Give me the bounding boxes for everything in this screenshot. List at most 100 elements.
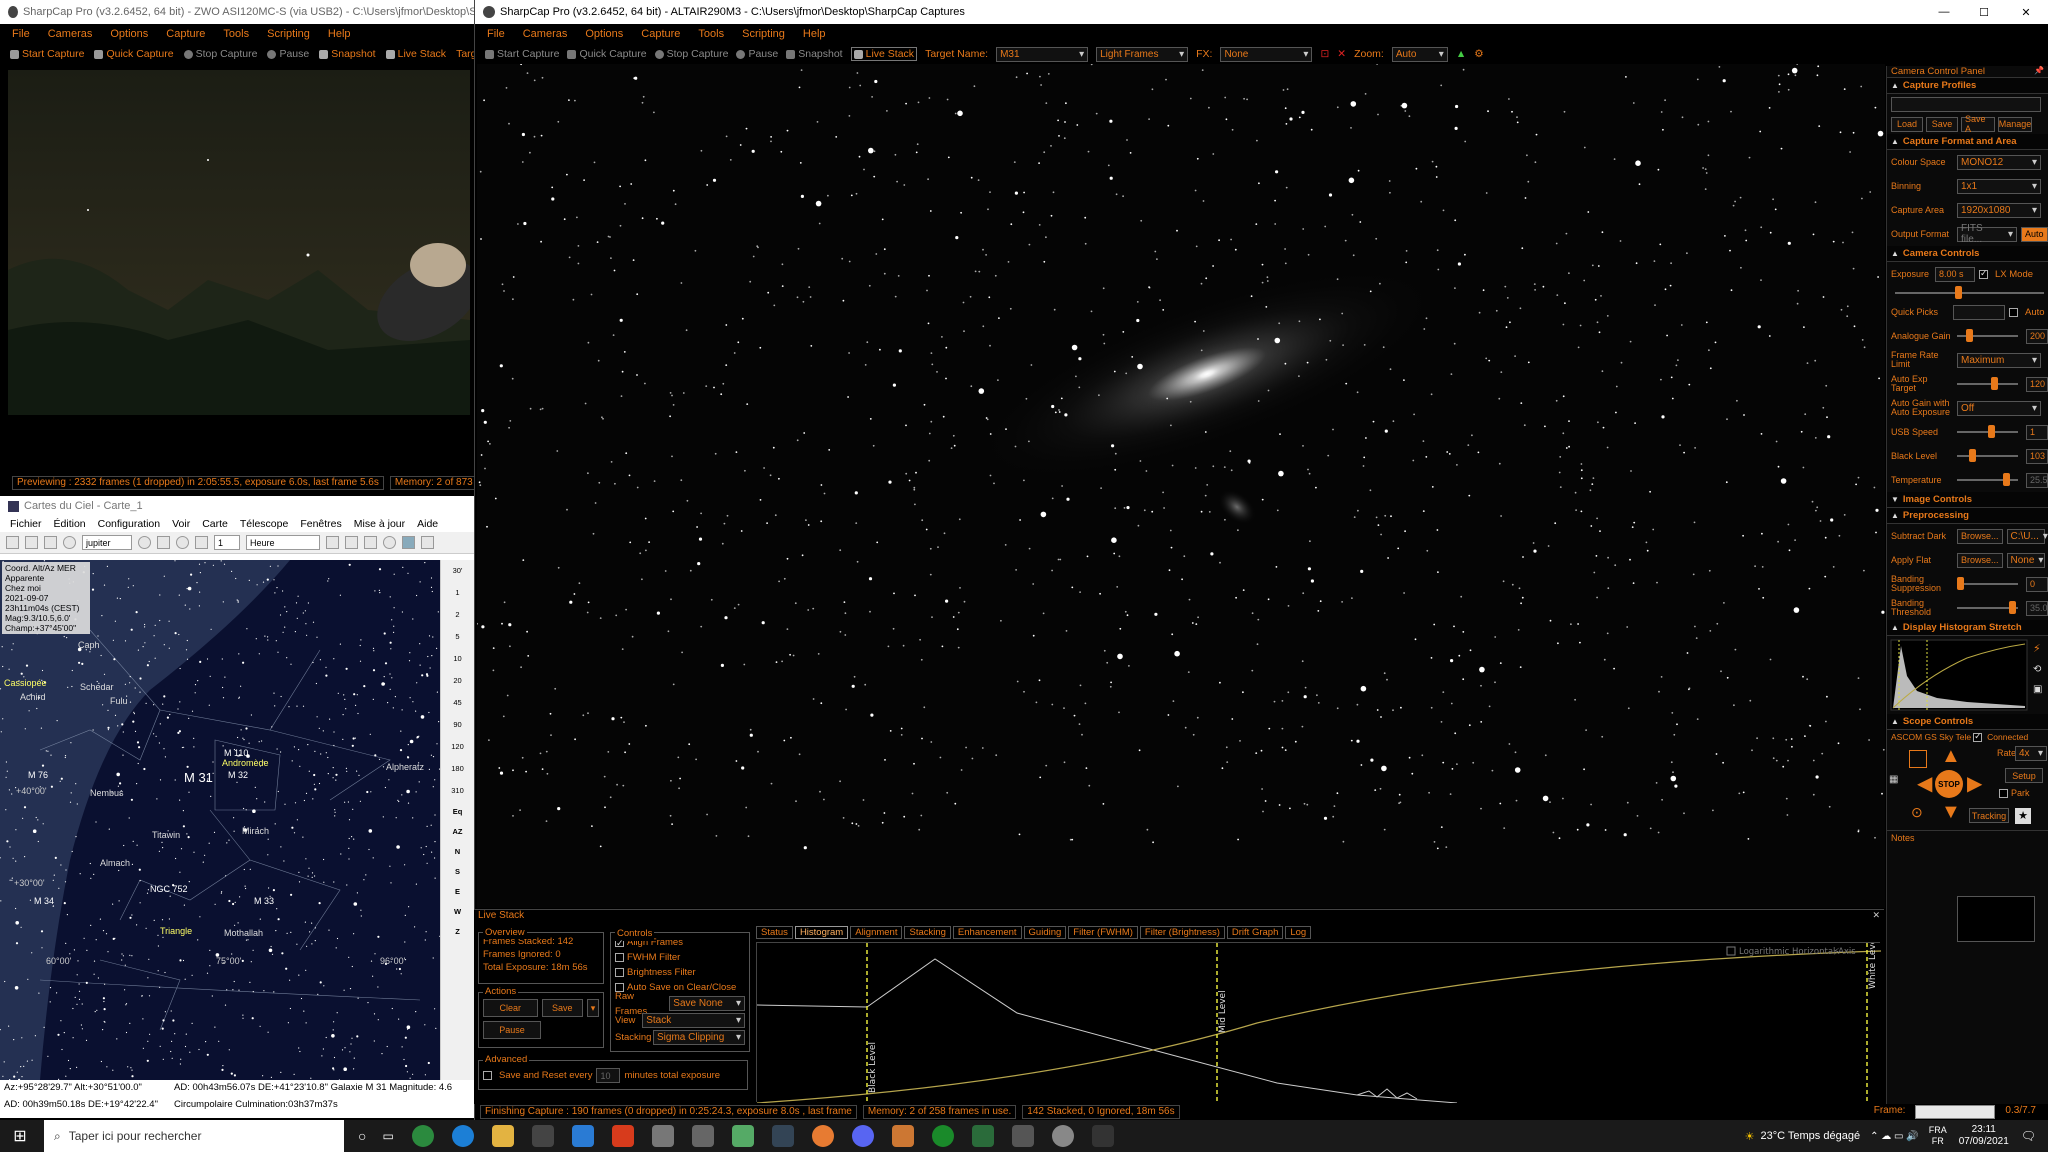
sharpcap-taskbar-icon[interactable] [1011, 1125, 1034, 1147]
app-icon[interactable] [691, 1125, 714, 1147]
view-button-w[interactable]: W [441, 902, 474, 922]
clear-fx-icon[interactable]: ✕ [1337, 48, 1346, 60]
scale-item[interactable]: 310 [441, 780, 474, 802]
star-icon[interactable]: ★ [2015, 808, 2031, 824]
auto-exposure-checkbox[interactable] [2009, 307, 2018, 317]
left-snapshot-button[interactable]: Snapshot [319, 48, 376, 60]
scale-item[interactable]: 20 [441, 670, 474, 692]
cdc-menu-mise-jour[interactable]: Mise à jour [354, 518, 405, 530]
view-button-e[interactable]: E [441, 882, 474, 902]
language-indicator[interactable]: FRA FR [1929, 1125, 1947, 1147]
left-menu-capture[interactable]: Capture [166, 28, 205, 40]
tab-status[interactable]: Status [756, 926, 793, 939]
output-auto-button[interactable]: Auto [2021, 226, 2048, 242]
tab-log[interactable]: Log [1285, 926, 1312, 939]
cdc-menu--dition[interactable]: Édition [54, 518, 86, 530]
live-stack-button[interactable]: Live Stack [850, 47, 918, 61]
cdc-menu-carte[interactable]: Carte [202, 518, 228, 530]
view-button-eq[interactable]: Eq [441, 802, 474, 822]
usb-speed-input[interactable]: 1 [2026, 424, 2048, 440]
left-menu-file[interactable]: File [12, 28, 30, 40]
scale-item[interactable]: 180 [441, 758, 474, 780]
tab-guiding[interactable]: Guiding [1023, 926, 1067, 939]
left-stop-capture-button[interactable]: Stop Capture [183, 48, 257, 60]
tab-stacking[interactable]: Stacking [904, 926, 951, 939]
tracking-button[interactable]: Tracking [1969, 808, 2009, 823]
sky-label[interactable]: Almach [100, 858, 130, 868]
view-button-z[interactable]: Z [441, 922, 474, 942]
left-preview-image[interactable] [8, 70, 470, 418]
main-menu-scripting[interactable]: Scripting [742, 28, 785, 40]
task-view-icon[interactable]: ▭ [382, 1129, 393, 1143]
scale-item[interactable]: 1 [441, 582, 474, 604]
list-icon[interactable] [25, 536, 38, 549]
sky-label[interactable]: M 34 [34, 896, 54, 906]
mail-icon[interactable] [571, 1125, 594, 1147]
auto-gain-select[interactable]: Off [1957, 400, 2041, 416]
reticle-icon[interactable]: ⊡ [1320, 48, 1329, 60]
exposure-input[interactable]: 8.00 s [1935, 266, 1975, 282]
gain-input[interactable]: 200 [2026, 328, 2048, 344]
home-icon[interactable]: ⊙ [1911, 804, 1923, 821]
tab-alignment[interactable]: Alignment [850, 926, 903, 939]
cdc-unit-select[interactable]: Heure [246, 535, 320, 550]
banding-suppression-slider[interactable] [1957, 577, 2018, 590]
sky-label[interactable]: Schedar [80, 682, 114, 692]
pin-icon[interactable]: 📌 [2034, 66, 2044, 77]
chrome-icon[interactable] [411, 1125, 434, 1147]
left-window-titlebar[interactable]: SharpCap Pro (v3.2.6452, 64 bit) - ZWO A… [0, 0, 474, 24]
flat-select[interactable]: None [2006, 552, 2045, 568]
notification-icon[interactable]: 🗨 [2021, 1129, 2036, 1143]
raw-frames-select[interactable]: Save None [669, 996, 745, 1011]
pause-button[interactable]: Pause [736, 48, 778, 60]
exposure-slider[interactable] [1895, 286, 2044, 299]
cdc-sky-map[interactable]: Coord. Alt/Az MER Apparente Chez moi 2021-0… [0, 560, 440, 1080]
discord-icon[interactable] [851, 1125, 874, 1147]
auto-exp-input[interactable]: 120 [2026, 376, 2048, 392]
banding-threshold-slider[interactable] [1957, 601, 2018, 614]
main-menu-capture[interactable]: Capture [641, 28, 680, 40]
tab-filter-fwhm-[interactable]: Filter (FWHM) [1068, 926, 1138, 939]
sky-label[interactable]: M 33 [254, 896, 274, 906]
search-icon[interactable] [63, 536, 76, 549]
sky-label[interactable]: Titawin [152, 830, 180, 840]
sky-label[interactable]: 60°00' [46, 956, 71, 966]
excel-icon[interactable] [971, 1125, 994, 1147]
tab-enhancement[interactable]: Enhancement [952, 926, 1022, 939]
view-select[interactable]: Stack [642, 1013, 745, 1028]
zoom-select[interactable]: Auto [1391, 46, 1448, 62]
output-format-select[interactable]: FITS file... [1957, 223, 2017, 245]
cdc-step-input[interactable]: 1 [214, 535, 240, 550]
stack-save-button[interactable]: Save [541, 999, 583, 1017]
firefox-icon[interactable] [811, 1125, 834, 1147]
profile-manage-button[interactable]: Manage [1998, 116, 2032, 132]
cdc-titlebar[interactable]: Cartes du Ciel - Carte_1 [0, 496, 474, 516]
taskbar-search-box[interactable]: ⌕ Taper ici pour rechercher [44, 1120, 344, 1152]
app-icon[interactable] [891, 1125, 914, 1147]
sky-label[interactable]: Caph [78, 640, 100, 650]
histogram-icon[interactable]: ▲ [1456, 48, 1466, 60]
tab-drift-graph[interactable]: Drift Graph [1226, 926, 1284, 939]
left-start-capture-button[interactable]: Start Capture [10, 48, 84, 60]
main-titlebar[interactable]: SharpCap Pro (v3.2.6452, 64 bit) - ALTAI… [475, 0, 2048, 24]
mini-histogram[interactable]: ⚡ ⟲ ▣ [1887, 636, 2048, 714]
profile-saveas-button[interactable]: Save A [1961, 114, 1995, 134]
auto-exp-slider[interactable] [1957, 377, 2018, 390]
stop-button[interactable]: STOP [1935, 770, 1963, 798]
profile-select[interactable] [1891, 96, 2041, 112]
gain-slider[interactable] [1957, 329, 2018, 342]
move-icon[interactable] [364, 536, 377, 549]
main-menu-options[interactable]: Options [585, 28, 623, 40]
main-menu-file[interactable]: File [487, 28, 505, 40]
grid-icon[interactable] [44, 536, 57, 549]
app-icon[interactable] [651, 1125, 674, 1147]
flat-browse-button[interactable]: Browse... [1957, 552, 2003, 568]
north-arrow-icon[interactable]: ▲ [1941, 746, 1961, 766]
maximize-button[interactable]: ☐ [1964, 6, 2004, 19]
cdc-menu-fen-tres[interactable]: Fenêtres [300, 518, 341, 530]
profile-save-button[interactable]: Save [1926, 116, 1958, 132]
main-menu-tools[interactable]: Tools [698, 28, 724, 40]
brightness-filter-checkbox[interactable]: Brightness Filter [615, 965, 745, 980]
section-capture-profiles[interactable]: ▲ Capture Profiles [1887, 78, 2048, 94]
quick-picks-select[interactable] [1953, 304, 2005, 320]
